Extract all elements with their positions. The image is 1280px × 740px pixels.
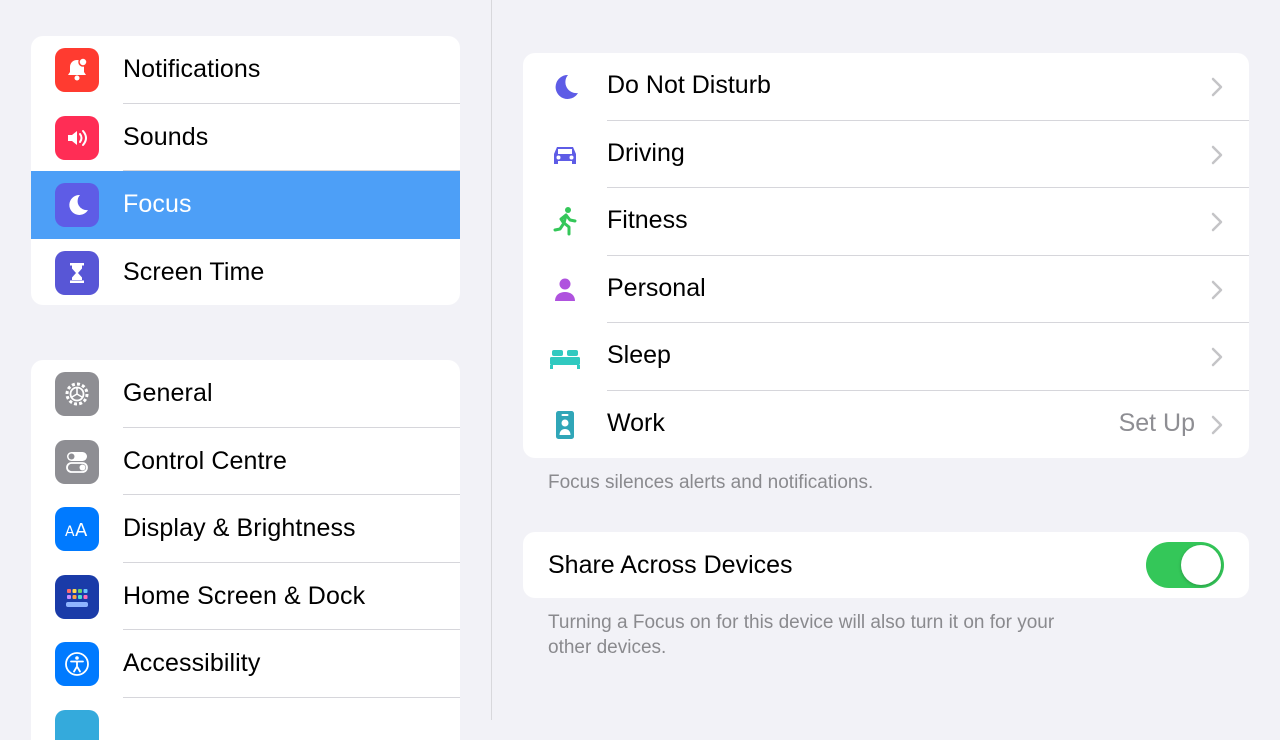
sidebar-item-home-screen-dock[interactable]: Home Screen & Dock xyxy=(31,563,460,631)
moon-icon xyxy=(55,183,99,227)
sidebar-item-label: Notifications xyxy=(123,55,260,84)
svg-text:A: A xyxy=(75,520,88,541)
bed-icon xyxy=(545,341,585,373)
text-size-icon: AA xyxy=(55,507,99,551)
moon-icon xyxy=(545,71,585,103)
focus-label: Work xyxy=(607,409,665,438)
chevron-right-icon xyxy=(1209,210,1225,234)
focus-row-work[interactable]: Work Set Up xyxy=(523,391,1249,459)
chevron-right-icon xyxy=(1209,413,1225,437)
app-grid-icon xyxy=(55,575,99,619)
id-badge-icon xyxy=(545,409,585,441)
focus-value: Set Up xyxy=(1119,409,1195,438)
person-icon xyxy=(545,274,585,306)
sidebar-item-label: Focus xyxy=(123,190,192,219)
sidebar-item-label: Accessibility xyxy=(123,649,260,678)
accessibility-icon xyxy=(55,642,99,686)
share-across-devices-label: Share Across Devices xyxy=(548,551,793,580)
svg-text:A: A xyxy=(65,524,75,540)
speaker-wave-icon xyxy=(55,116,99,160)
focus-label: Driving xyxy=(607,139,685,168)
sidebar-item-screen-time[interactable]: Screen Time xyxy=(31,239,460,306)
focus-row-personal[interactable]: Personal xyxy=(523,256,1249,324)
gear-icon xyxy=(55,372,99,416)
sidebar-item-label: Control Centre xyxy=(123,447,287,476)
share-across-devices-toggle[interactable] xyxy=(1146,542,1224,588)
running-figure-icon xyxy=(545,206,585,238)
share-footnote-line: Turning a Focus on for this device will … xyxy=(548,610,1148,635)
share-across-devices-row: Share Across Devices xyxy=(523,532,1249,598)
focus-modes-list: Do Not Disturb Driving Fitness Personal xyxy=(523,53,1249,458)
hourglass-icon xyxy=(55,251,99,295)
focus-footnote: Focus silences alerts and notifications. xyxy=(548,470,873,495)
sidebar-item-focus[interactable]: Focus xyxy=(31,171,460,239)
focus-label: Do Not Disturb xyxy=(607,71,771,100)
sidebar-group-general: General Control Centre AA Display & Brig… xyxy=(31,360,460,740)
sidebar-item-label: Sounds xyxy=(123,123,208,152)
split-view-divider xyxy=(491,0,492,720)
toggle-knob xyxy=(1181,545,1221,585)
wallpaper-icon xyxy=(55,710,99,740)
share-footnote: Turning a Focus on for this device will … xyxy=(548,610,1148,660)
focus-row-fitness[interactable]: Fitness xyxy=(523,188,1249,256)
sidebar-item-partial[interactable] xyxy=(31,698,460,740)
sidebar-item-sounds[interactable]: Sounds xyxy=(31,104,460,172)
car-icon xyxy=(545,139,585,171)
bell-badge-icon xyxy=(55,48,99,92)
focus-label: Personal xyxy=(607,274,706,303)
chevron-right-icon xyxy=(1209,75,1225,99)
sidebar-item-general[interactable]: General xyxy=(31,360,460,428)
share-footnote-line: other devices. xyxy=(548,635,1148,660)
sidebar-item-control-centre[interactable]: Control Centre xyxy=(31,428,460,496)
sidebar-group-notifications: Notifications Sounds Focus Screen Time xyxy=(31,36,460,305)
sidebar-item-label: Home Screen & Dock xyxy=(123,582,365,611)
focus-label: Sleep xyxy=(607,341,671,370)
focus-row-sleep[interactable]: Sleep xyxy=(523,323,1249,391)
sidebar-item-label: Display & Brightness xyxy=(123,514,356,543)
focus-row-do-not-disturb[interactable]: Do Not Disturb xyxy=(523,53,1249,121)
chevron-right-icon xyxy=(1209,278,1225,302)
sidebar-item-label: General xyxy=(123,379,213,408)
sidebar-item-display-brightness[interactable]: AA Display & Brightness xyxy=(31,495,460,563)
chevron-right-icon xyxy=(1209,143,1225,167)
chevron-right-icon xyxy=(1209,345,1225,369)
sidebar-item-accessibility[interactable]: Accessibility xyxy=(31,630,460,698)
sidebar-item-notifications[interactable]: Notifications xyxy=(31,36,460,104)
switches-icon xyxy=(55,440,99,484)
sidebar-item-label: Screen Time xyxy=(123,258,264,287)
focus-label: Fitness xyxy=(607,206,688,235)
focus-row-driving[interactable]: Driving xyxy=(523,121,1249,189)
